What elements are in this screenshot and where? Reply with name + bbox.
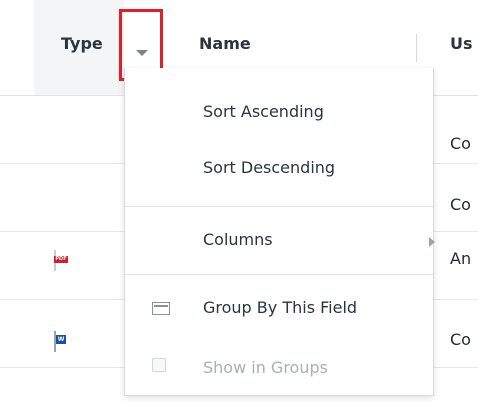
pdf-file-icon: PDF — [54, 250, 68, 271]
doc-icon-label: W — [56, 335, 66, 344]
columns-item[interactable]: Columns — [125, 208, 435, 274]
user-cell: Co — [450, 134, 471, 153]
menu-separator — [125, 206, 433, 207]
user-cell: Co — [450, 330, 471, 349]
columns-label: Columns — [203, 230, 273, 249]
column-header-type[interactable]: Type — [34, 0, 124, 95]
file-icon-label: F — [48, 194, 53, 202]
column-header-type-label: Type — [61, 34, 103, 53]
sort-descending-label: Sort Descending — [203, 158, 336, 177]
checkbox-icon — [152, 358, 166, 372]
group-by-field-label: Group By This Field — [203, 298, 358, 317]
sort-descending-item[interactable]: Sort Descending — [125, 136, 433, 202]
show-in-groups-item[interactable]: Show in Groups — [125, 336, 433, 402]
show-in-groups-label: Show in Groups — [203, 358, 328, 377]
chevron-right-icon — [429, 237, 435, 247]
sort-ascending-label: Sort Ascending — [203, 102, 324, 121]
user-cell: An — [450, 249, 472, 268]
user-cell: Co — [450, 195, 471, 214]
chevron-down-icon — [136, 50, 148, 56]
pdf-icon-label: PDF — [54, 256, 68, 263]
column-menu: Sort Ascending Sort Descending Columns G… — [124, 68, 435, 396]
group-by-field-item[interactable]: Group By This Field — [125, 276, 433, 342]
column-header-user-label: Us — [450, 34, 473, 53]
file-icon-label: F — [48, 124, 53, 132]
group-by-icon — [152, 302, 170, 315]
menu-separator — [125, 274, 433, 275]
word-doc-icon: W — [54, 331, 66, 352]
column-header-name-label: Name — [199, 34, 251, 53]
